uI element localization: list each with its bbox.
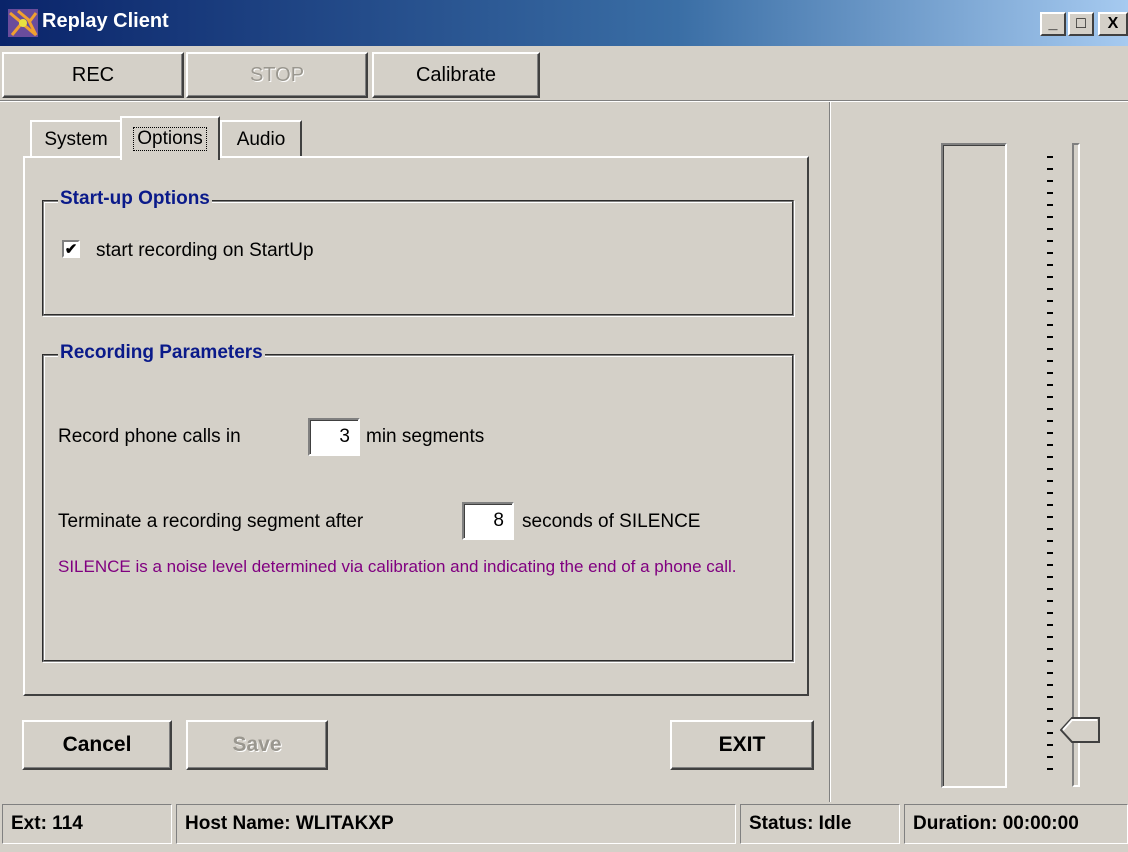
- slider-tick: [1047, 444, 1053, 446]
- status-state: Status: Idle: [740, 804, 900, 844]
- maximize-button[interactable]: □: [1068, 12, 1094, 36]
- checkmark-icon: ✔: [64, 240, 78, 258]
- tab-audio[interactable]: Audio: [220, 120, 302, 158]
- slider-tick: [1047, 420, 1053, 422]
- slider-tick: [1047, 648, 1053, 650]
- slider-tick: [1047, 216, 1053, 218]
- status-duration: Duration: 00:00:00: [904, 804, 1128, 844]
- slider-tick: [1047, 480, 1053, 482]
- slider-tick: [1047, 492, 1053, 494]
- silence-suffix-label: seconds of SILENCE: [522, 511, 701, 532]
- segment-suffix-label: min segments: [366, 426, 485, 447]
- slider-tick: [1047, 720, 1053, 722]
- slider-tick: [1047, 360, 1053, 362]
- slider-tick: [1047, 756, 1053, 758]
- tab-system-label: System: [44, 129, 108, 150]
- slider-tick: [1047, 168, 1053, 170]
- slider-tick: [1047, 180, 1053, 182]
- slider-tick: [1047, 432, 1053, 434]
- slider-tick: [1047, 624, 1053, 626]
- slider-tick: [1047, 384, 1053, 386]
- slider-tick: [1047, 468, 1053, 470]
- segment-prefix-label: Record phone calls in: [58, 426, 241, 447]
- stop-button[interactable]: STOP: [186, 52, 368, 98]
- slider-tick: [1047, 744, 1053, 746]
- rec-button[interactable]: REC: [2, 52, 184, 98]
- slider-tick: [1047, 672, 1053, 674]
- replay-app-icon: [8, 9, 38, 37]
- toolbar-separator: [0, 100, 1128, 102]
- recording-parameters-title: Recording Parameters: [58, 342, 265, 364]
- slider-tick: [1047, 540, 1053, 542]
- close-icon: X: [1107, 15, 1119, 32]
- slider-tick: [1047, 528, 1053, 530]
- tab-options[interactable]: Options: [120, 116, 220, 160]
- level-slider-thumb[interactable]: [1060, 716, 1100, 743]
- slider-tick: [1047, 396, 1053, 398]
- pane-divider: [829, 102, 831, 802]
- status-ext: Ext: 114: [2, 804, 172, 844]
- slider-tick: [1047, 240, 1053, 242]
- slider-tick: [1047, 600, 1053, 602]
- slider-tick: [1047, 612, 1053, 614]
- slider-tick: [1047, 372, 1053, 374]
- slider-tick: [1047, 276, 1053, 278]
- slider-tick: [1047, 348, 1053, 350]
- slider-tick: [1047, 564, 1053, 566]
- slider-tick: [1047, 696, 1053, 698]
- slider-tick: [1047, 312, 1053, 314]
- slider-tick: [1047, 264, 1053, 266]
- slider-tick: [1047, 288, 1053, 290]
- silence-note: SILENCE is a noise level determined via …: [58, 557, 737, 576]
- slider-tick: [1047, 732, 1053, 734]
- slider-tick: [1047, 588, 1053, 590]
- tab-options-label: Options: [133, 127, 207, 151]
- slider-tick: [1047, 324, 1053, 326]
- minimize-button[interactable]: _: [1040, 12, 1066, 36]
- slider-tick: [1047, 504, 1053, 506]
- slider-tick: [1047, 204, 1053, 206]
- close-button[interactable]: X: [1098, 12, 1128, 36]
- window-title: Replay Client: [42, 10, 169, 32]
- slider-tick: [1047, 576, 1053, 578]
- slider-tick: [1047, 456, 1053, 458]
- tab-audio-label: Audio: [236, 129, 286, 150]
- level-slider-track[interactable]: [1072, 143, 1080, 787]
- slider-tick: [1047, 660, 1053, 662]
- slider-tick: [1047, 228, 1053, 230]
- slider-tick: [1047, 708, 1053, 710]
- slider-tick: [1047, 552, 1053, 554]
- slider-tick: [1047, 156, 1053, 158]
- minimize-icon: _: [1048, 15, 1058, 32]
- segment-minutes-input[interactable]: 3: [308, 418, 360, 456]
- title-bar[interactable]: Replay Client _ □ X: [0, 0, 1128, 46]
- cancel-button[interactable]: Cancel: [22, 720, 172, 770]
- audio-level-meter: [941, 143, 1007, 788]
- tab-system[interactable]: System: [30, 120, 122, 158]
- save-button[interactable]: Save: [186, 720, 328, 770]
- slider-tick: [1047, 336, 1053, 338]
- slider-tick: [1047, 300, 1053, 302]
- silence-prefix-label: Terminate a recording segment after: [58, 511, 364, 532]
- exit-button[interactable]: EXIT: [670, 720, 814, 770]
- start-recording-label[interactable]: start recording on StartUp: [96, 240, 314, 262]
- slider-tick: [1047, 636, 1053, 638]
- slider-tick: [1047, 768, 1053, 770]
- calibrate-button[interactable]: Calibrate: [372, 52, 540, 98]
- slider-tick: [1047, 252, 1053, 254]
- start-recording-checkbox[interactable]: ✔: [62, 240, 80, 258]
- slider-tick: [1047, 192, 1053, 194]
- slider-tick: [1047, 516, 1053, 518]
- startup-options-title: Start-up Options: [58, 188, 212, 210]
- recording-parameters-group: [42, 354, 794, 662]
- slider-tick: [1047, 408, 1053, 410]
- status-host-name: Host Name: WLITAKXP: [176, 804, 736, 844]
- maximize-icon: □: [1076, 15, 1086, 32]
- slider-tick: [1047, 684, 1053, 686]
- silence-seconds-input[interactable]: 8: [462, 502, 514, 540]
